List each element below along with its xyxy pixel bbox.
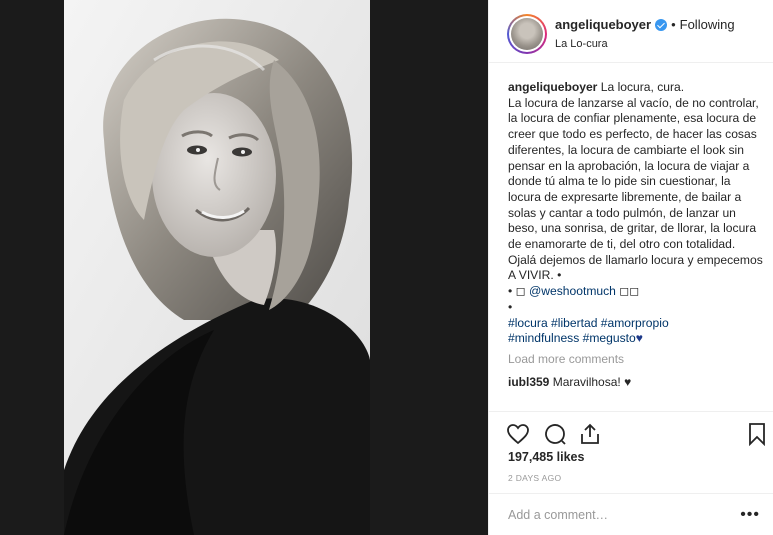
bullet-line: • [508,299,513,314]
comments-area[interactable]: angeliqueboyer La locura, cura. La locur… [508,80,764,410]
following-button[interactable]: Following [680,17,735,32]
timestamp[interactable]: 2 DAYS AGO [508,473,561,483]
avatar[interactable] [507,14,547,54]
heart-emoji: ♥ [635,331,643,346]
post-details-panel: angeliqueboyer • Following La Lo-cura an… [488,0,773,535]
hashtag-line-1: #locura #libertad #amorpropio [508,316,764,332]
hashtag-line-2: #mindfulness #megusto♥ [508,331,764,347]
backdrop-gap [370,0,488,535]
caption-username[interactable]: angeliqueboyer [508,80,597,94]
avatar-ring [509,16,545,52]
caption: angeliqueboyer La locura, cura. La locur… [508,80,764,347]
location-link[interactable]: La Lo-cura [555,38,608,50]
caption-text: angeliqueboyer La locura, cura. La locur… [508,80,764,284]
avatar-image [511,18,543,50]
header-username[interactable]: angeliqueboyer [555,17,651,32]
add-comment-bar: Add a comment… ••• [489,493,773,535]
credit-prefix: • ◻ [508,284,529,299]
user-line: angeliqueboyer • Following [555,17,735,32]
hashtag-links[interactable]: #locura #libertad #amorpropio [508,316,669,330]
verified-badge-icon [655,18,668,31]
load-more-comments-button[interactable]: Load more comments [508,352,764,368]
comment-username[interactable]: iubl359 [508,375,549,389]
separator-dot: • [671,17,676,32]
add-comment-input[interactable]: Add a comment… [508,508,608,522]
bookmark-icon[interactable] [745,422,769,446]
mention-link[interactable]: @weshootmuch [529,284,616,298]
comment-bubble-icon[interactable] [543,422,567,446]
credit-suffix: ◻◻ [615,284,640,299]
backdrop [0,0,64,535]
share-icon[interactable] [578,422,602,446]
caption-body: La locura, cura. La locura de lanzarse a… [508,80,763,283]
credit-line: • ◻ @weshootmuch ◻◻ [508,284,764,300]
comment-text: Maravilhosa! ♥ [552,374,632,389]
more-options-button[interactable]: ••• [740,506,760,524]
comment-item: iubl359 Maravilhosa! ♥ [508,375,764,391]
portrait-image [64,0,370,535]
action-bar [489,411,773,451]
likes-count[interactable]: 197,485 likes [508,450,584,464]
heart-outline-icon[interactable] [506,422,530,446]
hashtag-links[interactable]: #mindfulness #megusto [508,331,636,345]
post-header: angeliqueboyer • Following La Lo-cura [489,0,773,63]
post-photo[interactable] [64,0,370,535]
